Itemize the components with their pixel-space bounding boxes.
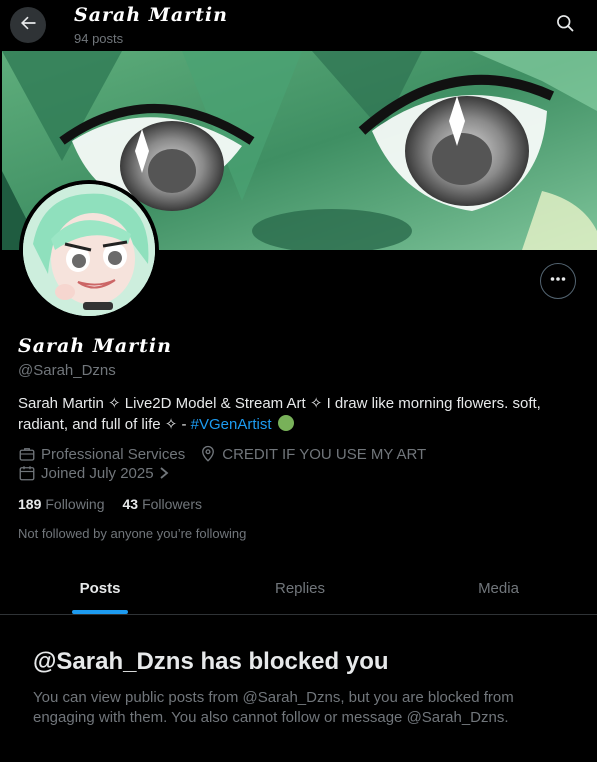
header-title: Sarah Martin [74, 4, 228, 26]
following-count: 189 [18, 496, 42, 512]
bio-hashtag-link[interactable]: #VGenArtist [191, 416, 272, 433]
green-circle-emoji-icon [277, 415, 294, 431]
post-count: 94 posts [74, 31, 124, 46]
follow-stats: 189 Following 43 Followers [18, 496, 220, 512]
arrow-left-icon [18, 13, 38, 38]
profile-handle: @Sarah_Dzns [18, 362, 116, 379]
profile-meta-row: Professional Services CREDIT IF YOU USE … [18, 445, 426, 463]
profile-location: CREDIT IF YOU USE MY ART [222, 445, 427, 463]
profile-joined-row[interactable]: Joined July 2025 [18, 464, 170, 482]
location-pin-icon [199, 445, 217, 463]
following-link[interactable]: 189 Following [18, 496, 105, 512]
chevron-right-icon [158, 466, 170, 480]
active-tab-indicator [72, 610, 128, 614]
profile-bio: Sarah Martin ✧ Live2D Model & Stream Art… [18, 393, 578, 435]
tab-label: Media [478, 580, 519, 597]
mutual-followers-note: Not followed by anyone you’re following [18, 526, 247, 541]
calendar-icon [18, 464, 36, 482]
tab-label: Replies [274, 580, 326, 597]
followers-link[interactable]: 43 Followers [123, 496, 202, 512]
search-icon [555, 13, 575, 38]
blocked-message: You can view public posts from @Sarah_Dz… [33, 689, 514, 726]
profile-tabs: Posts Replies Media [0, 563, 597, 615]
tab-posts[interactable]: Posts [0, 563, 200, 614]
top-bar: Sarah Martin 94 posts [0, 0, 597, 51]
followers-label: Followers [142, 496, 202, 512]
briefcase-icon [18, 445, 36, 463]
following-label: Following [45, 496, 105, 512]
more-icon [549, 270, 567, 293]
blocked-title: @Sarah_Dzns has blocked you [33, 648, 389, 675]
tab-label: Posts [79, 580, 121, 597]
profile-avatar[interactable] [19, 180, 159, 320]
profile-joined: Joined July 2025 [41, 464, 154, 482]
back-button[interactable] [10, 7, 46, 43]
followers-count: 43 [122, 496, 139, 512]
more-options-button[interactable] [540, 263, 576, 299]
tab-replies[interactable]: Replies [200, 563, 400, 614]
tab-media[interactable]: Media [400, 563, 597, 614]
search-button[interactable] [549, 9, 581, 41]
profile-category: Professional Services [41, 445, 186, 463]
profile-display-name: Sarah Martin [18, 335, 172, 357]
